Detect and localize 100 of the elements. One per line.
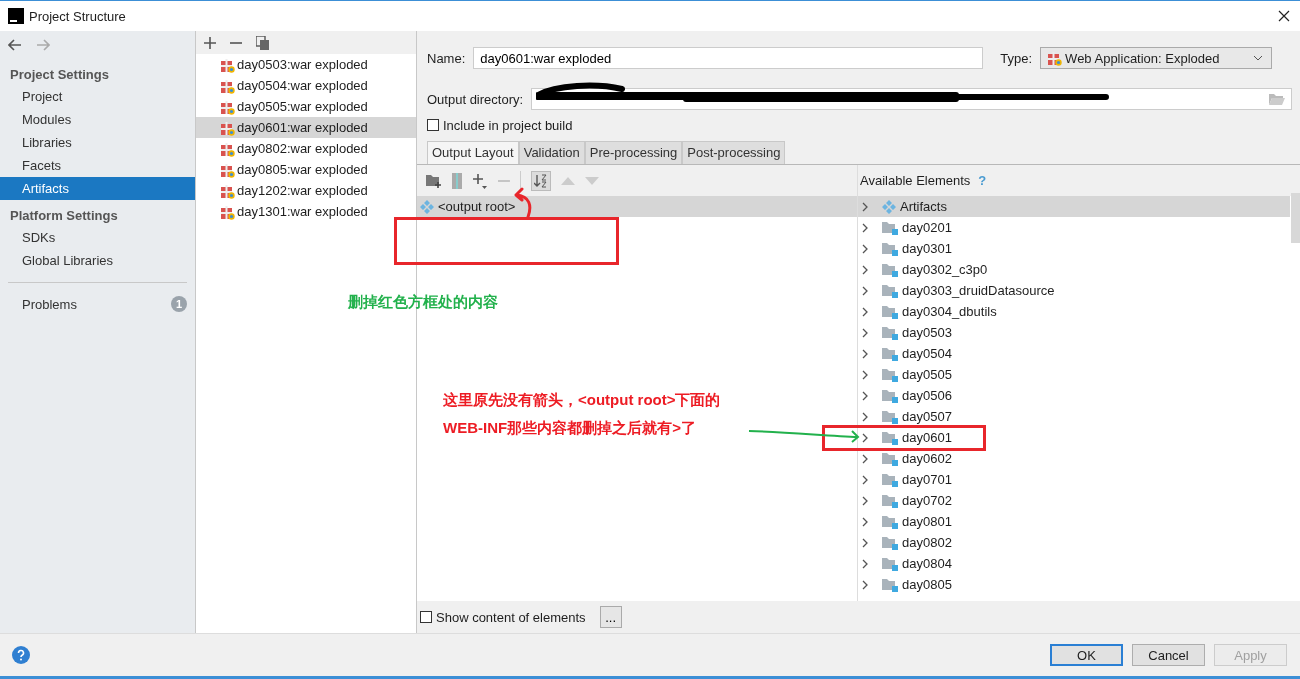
folder-icon [882,556,898,571]
chevron-right-icon[interactable] [862,558,868,569]
field-label: Name: [427,50,466,66]
copy-icon[interactable] [256,35,269,50]
tree-item[interactable]: day0802 [858,532,1290,553]
checkbox[interactable] [420,611,432,623]
back-arrow-icon[interactable] [8,39,22,51]
help-icon[interactable] [12,646,30,664]
more-button[interactable]: ... [599,606,622,628]
sidebar-item[interactable]: SDKs [0,226,195,249]
tree-item[interactable]: day0602 [858,448,1290,469]
checkbox-label: Show content of elements [436,609,586,625]
sidebar-item[interactable]: Modules [0,108,195,131]
dialog-button[interactable]: OK [1050,644,1123,666]
tree-item[interactable]: day0701 [858,469,1290,490]
chevron-right-icon[interactable] [862,264,868,275]
add-dropdown-icon[interactable] [472,172,488,189]
chevron-right-icon[interactable] [862,390,868,401]
tree-item[interactable]: Artifacts [858,196,1290,217]
tab[interactable]: Pre-processing [584,141,683,164]
chevron-right-icon[interactable] [862,201,868,212]
folder-icon [882,283,898,298]
tree-item[interactable]: day0805 [858,574,1290,595]
folder-icon [882,241,898,256]
chevron-right-icon[interactable] [862,285,868,296]
sidebar-item[interactable]: Facets [0,154,195,177]
window-title: Project Structure [29,8,126,24]
chevron-right-icon[interactable] [862,495,868,506]
artifact-item[interactable]: day0503:war exploded [196,54,416,75]
chevron-right-icon[interactable] [862,411,868,422]
chevron-right-icon[interactable] [862,222,868,233]
folder-icon [882,388,898,403]
chevron-right-icon[interactable] [862,243,868,254]
chevron-right-icon[interactable] [862,579,868,590]
annotation-text: 这里原先没有箭头，<output root>下面的 WEB-INF那些内容都删掉之后就有>了 [443,391,721,438]
sidebar-item[interactable]: Libraries [0,131,195,154]
chevron-right-icon[interactable] [862,306,868,317]
panel-title: Available Elements [860,173,971,188]
sidebar-item[interactable]: Global Libraries [0,249,195,272]
tab[interactable]: Validation [518,141,585,164]
artifact-item[interactable]: day0505:war exploded [196,96,416,117]
artifact-item[interactable]: day0805:war exploded [196,159,416,180]
annotation-text: 删掉红色方框处的内容 [348,293,498,312]
chevron-right-icon[interactable] [862,369,868,380]
app-logo-icon [8,8,24,24]
scrollbar[interactable] [1291,193,1300,243]
dialog-button[interactable]: Cancel [1132,644,1205,666]
chevron-right-icon[interactable] [862,516,868,527]
tree-item[interactable]: day0506 [858,385,1290,406]
section-header: Platform Settings [9,207,119,225]
tree-item[interactable]: day0301 [858,238,1290,259]
chevron-right-icon[interactable] [862,327,868,338]
artifact-item[interactable]: day1301:war exploded [196,201,416,222]
artifact-item[interactable]: day1202:war exploded [196,180,416,201]
tree-item[interactable]: day0505 [858,364,1290,385]
count-badge: 1 [171,296,187,312]
artifact-item[interactable]: day0504:war exploded [196,75,416,96]
folder-icon [882,262,898,277]
sidebar-item[interactable]: Problems [22,296,77,312]
folder-add-icon[interactable] [426,173,442,188]
sidebar-item[interactable]: Project [0,85,195,108]
plus-icon[interactable] [204,36,216,49]
chevron-right-icon[interactable] [862,453,868,464]
folder-icon [882,451,898,466]
folder-icon [882,220,898,235]
type-dropdown[interactable]: Web Application: Exploded [1040,47,1273,69]
tree-item[interactable]: day0503 [858,322,1290,343]
chevron-down-icon [1253,55,1264,61]
tree-item[interactable]: day0507 [858,406,1290,427]
name-field[interactable]: day0601:war exploded [473,47,984,69]
tree-item[interactable]: <output root> [417,196,857,217]
checkbox[interactable] [427,119,439,131]
chevron-right-icon[interactable] [862,348,868,359]
folder-icon [882,346,898,361]
sort-button[interactable] [531,170,551,191]
artifact-item[interactable]: day0601:war exploded [196,117,416,138]
tree-item[interactable]: day0303_druidDatasource [858,280,1290,301]
tree-item[interactable]: day0702 [858,490,1290,511]
checkbox-label: Include in project build [443,117,573,133]
folder-icon [882,325,898,340]
artifact-item[interactable]: day0802:war exploded [196,138,416,159]
chevron-right-icon[interactable] [862,432,868,443]
tree-item[interactable]: day0801 [858,511,1290,532]
tree-item[interactable]: day0504 [858,343,1290,364]
tree-item[interactable]: day0201 [858,217,1290,238]
tab[interactable]: Post-processing [682,141,786,164]
field-label: Output directory: [427,91,524,107]
folder-icon [882,493,898,508]
sidebar-item[interactable]: Artifacts [0,177,195,200]
chevron-right-icon[interactable] [862,537,868,548]
tree-item[interactable]: day0601 [858,427,1290,448]
tree-item[interactable]: day0302_c3p0 [858,259,1290,280]
field-label: Type: [1000,50,1033,66]
tree-item[interactable]: day0804 [858,553,1290,574]
tree-item[interactable]: day0304_dbutils [858,301,1290,322]
section-header: Project Settings [9,66,110,84]
chevron-right-icon[interactable] [862,474,868,485]
tab[interactable]: Output Layout [427,141,519,164]
folder-icon [882,514,898,529]
close-icon[interactable] [1278,10,1290,22]
